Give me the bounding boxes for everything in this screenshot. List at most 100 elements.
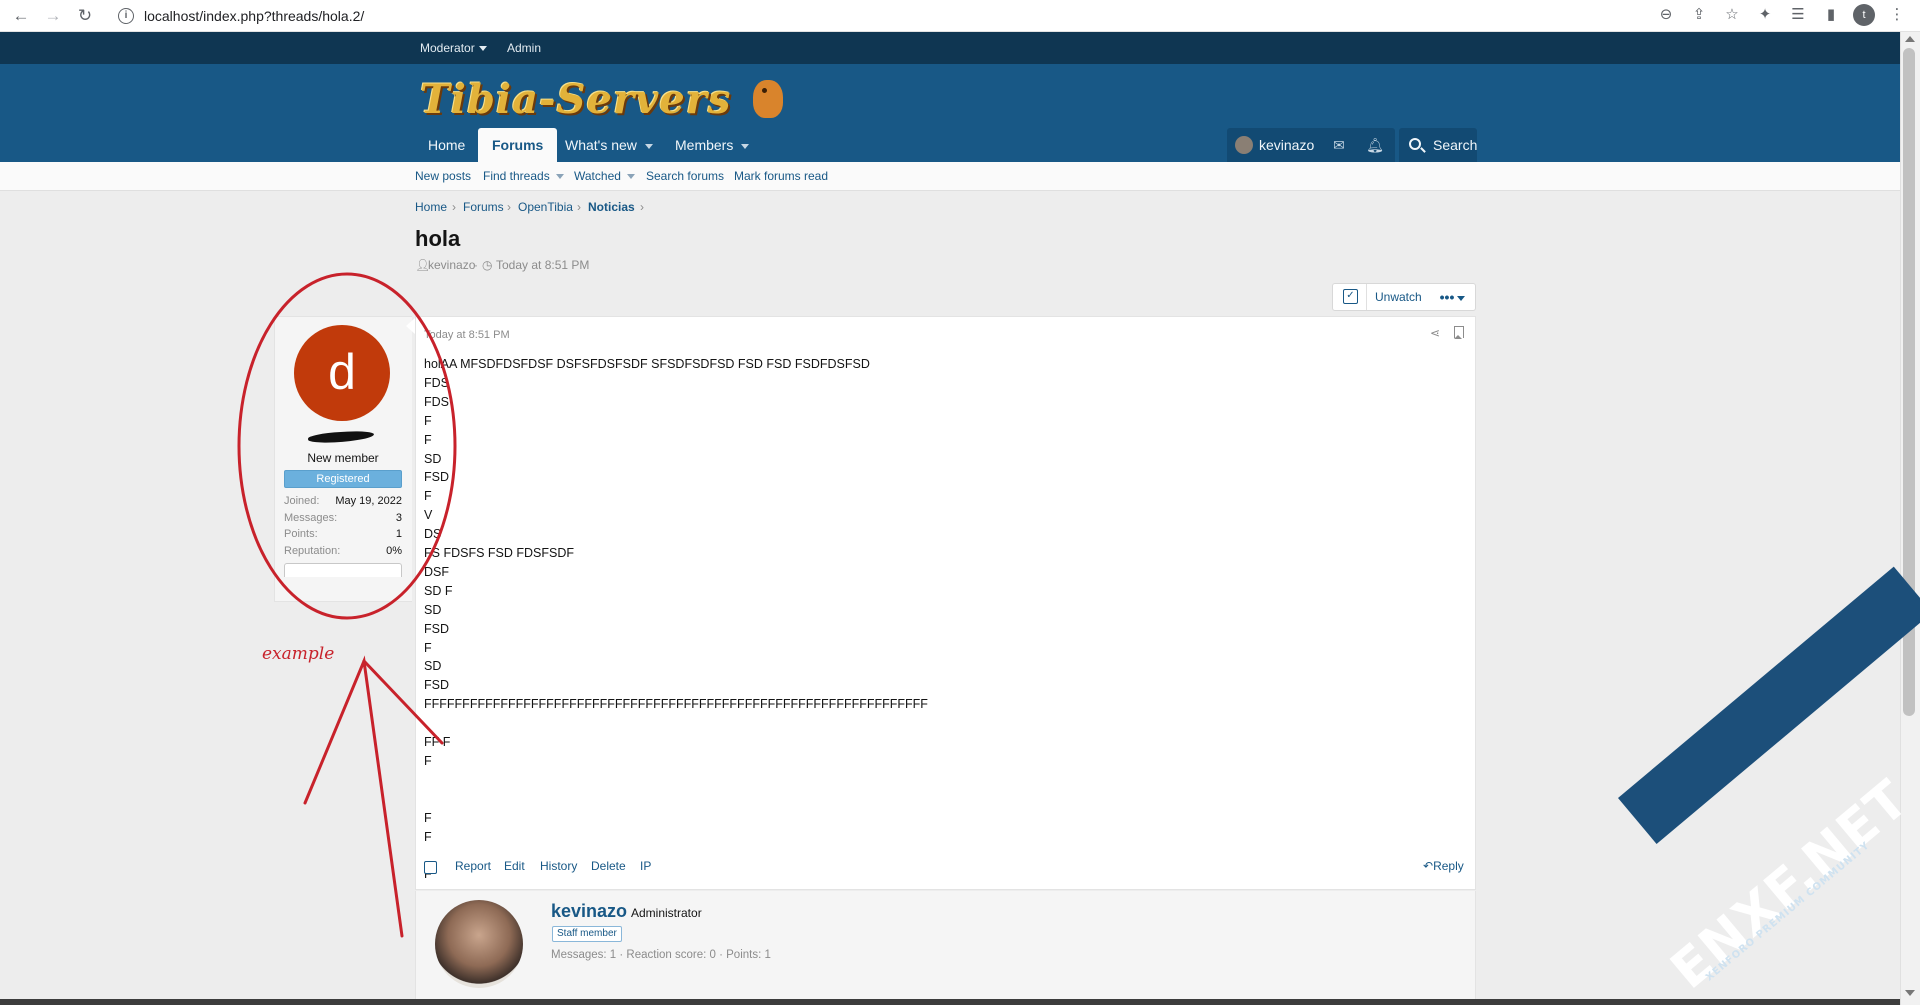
message-bubble-arrow xyxy=(406,318,415,334)
member-name-link[interactable]: kevinazo xyxy=(551,901,627,922)
post-line: FDS xyxy=(424,375,449,390)
checkbox-icon[interactable] xyxy=(1333,284,1367,310)
logo-text: Tibia-Servers xyxy=(420,75,732,123)
reload-icon[interactable]: ↻ xyxy=(74,5,96,27)
alerts-bell-icon[interactable]: 🔔︎ xyxy=(1359,128,1391,162)
tab-members-label: Members xyxy=(675,137,734,153)
post-line: SD xyxy=(424,659,442,674)
subnav-watched[interactable]: Watched xyxy=(574,162,635,191)
side-panel-icon[interactable]: ▮ xyxy=(1820,4,1842,26)
user-avatar-small[interactable] xyxy=(1235,136,1253,154)
member-stats: Messages: 1 · Reaction score: 0 · Points… xyxy=(551,949,771,961)
share-page-icon[interactable]: ⇪ xyxy=(1688,4,1710,26)
stat-value: May 19, 2022 xyxy=(335,495,402,507)
staff-member-badge: Staff member xyxy=(552,926,622,942)
admin-link[interactable]: Admin xyxy=(507,32,541,64)
post-line: FS FDSFS FSD FDSFSDF xyxy=(424,546,574,560)
ip-link[interactable]: IP xyxy=(640,859,651,873)
post-line: F xyxy=(424,829,432,844)
post-line: F xyxy=(424,753,432,768)
tab-home[interactable]: Home xyxy=(414,128,479,162)
share-icon[interactable]: ⋖ xyxy=(1430,326,1444,340)
logo-mascot-icon xyxy=(753,80,784,118)
zoom-icon[interactable]: ⊖ xyxy=(1655,4,1677,26)
scroll-down-arrow-icon[interactable] xyxy=(1905,990,1915,996)
stat-label: Messages: xyxy=(284,512,338,524)
bookmark-star-icon[interactable]: ☆ xyxy=(1721,4,1743,26)
conversations-icon[interactable]: ✉ xyxy=(1323,128,1355,162)
back-arrow-icon[interactable]: ← xyxy=(10,5,32,27)
breadcrumb-noticias[interactable]: Noticias xyxy=(588,200,635,214)
chevron-down-icon[interactable] xyxy=(626,174,635,180)
site-logo[interactable]: Tibia-Servers xyxy=(420,75,784,123)
browser-toolbar: ← → ↻ i localhost/index.php?threads/hola… xyxy=(0,0,1920,32)
post-line: FSD xyxy=(424,678,449,693)
post-line: DSF xyxy=(424,564,449,579)
post-line: FF F xyxy=(424,735,451,749)
search-icon xyxy=(1409,138,1421,150)
subnav-find-threads[interactable]: Find threads xyxy=(483,162,564,191)
browser-menu-icon[interactable]: ⋮ xyxy=(1886,4,1908,26)
member-role: Administrator xyxy=(631,906,702,920)
breadcrumb-opentibia[interactable]: OpenTibia xyxy=(518,200,573,214)
tab-members[interactable]: Members xyxy=(661,128,763,162)
thread-date[interactable]: Today at 8:51 PM xyxy=(496,258,589,272)
moderator-menu[interactable]: Moderator xyxy=(420,32,487,64)
site-header: Tibia-Servers Home Forums What's new Mem… xyxy=(0,64,1900,162)
site-info-icon[interactable]: i xyxy=(118,7,134,24)
chevron-down-icon[interactable] xyxy=(741,143,750,149)
chevron-down-icon xyxy=(1457,295,1466,301)
chevron-down-icon[interactable] xyxy=(644,143,653,149)
more-dots-icon: ••• xyxy=(1439,289,1455,305)
search-button[interactable]: Search xyxy=(1399,128,1477,162)
stat-reputation: Reputation: 0% xyxy=(284,545,402,557)
post-line: F xyxy=(424,413,432,428)
breadcrumb-chevron-icon: › xyxy=(507,200,511,214)
stat-value: 1 xyxy=(395,528,402,540)
post-line: F xyxy=(424,489,432,504)
delete-link[interactable]: Delete xyxy=(591,859,626,873)
breadcrumb-home[interactable]: Home xyxy=(415,200,447,214)
address-bar[interactable]: localhost/index.php?threads/hola.2/ xyxy=(144,8,364,24)
tab-whats-new[interactable]: What's new xyxy=(551,128,667,162)
breadcrumb-forums[interactable]: Forums xyxy=(463,200,504,214)
subnav-mark-forums-read[interactable]: Mark forums read xyxy=(734,162,828,191)
thread-author-link[interactable]: kevinazo xyxy=(428,258,475,272)
bookmark-icon[interactable] xyxy=(1454,326,1464,339)
subnav-search-forums[interactable]: Search forums xyxy=(646,162,724,191)
post-line: SD F xyxy=(424,583,453,598)
stat-value: 3 xyxy=(395,512,402,524)
report-link[interactable]: Report xyxy=(455,859,491,873)
scroll-up-arrow-icon[interactable] xyxy=(1905,36,1915,42)
post-line: DS xyxy=(424,527,442,542)
reputation-bar xyxy=(284,563,402,577)
tab-forums[interactable]: Forums xyxy=(478,128,558,162)
reading-list-icon[interactable]: ☰ xyxy=(1787,4,1809,26)
unwatch-label: Unwatch xyxy=(1375,290,1422,304)
annotation-label: example xyxy=(262,644,335,664)
member-avatar[interactable] xyxy=(435,900,523,988)
edit-link[interactable]: Edit xyxy=(504,859,525,873)
profile-avatar-icon[interactable]: t xyxy=(1853,4,1875,26)
extensions-icon[interactable]: ✦ xyxy=(1754,4,1776,26)
select-post-checkbox[interactable] xyxy=(424,861,437,874)
registered-banner: Registered xyxy=(284,470,402,488)
user-account-link[interactable]: kevinazo xyxy=(1259,128,1314,162)
chevron-down-icon[interactable] xyxy=(555,174,564,180)
reply-label: Reply xyxy=(1433,859,1464,873)
forward-arrow-icon[interactable]: → xyxy=(42,5,64,27)
history-link[interactable]: History xyxy=(540,859,577,873)
post-line: FSD xyxy=(424,470,449,485)
post-line: F xyxy=(424,640,432,655)
stat-points: Points: 1 xyxy=(284,528,402,540)
user-account-bar: kevinazo ✉ 🔔︎ xyxy=(1227,128,1395,162)
avatar[interactable]: d xyxy=(294,325,390,421)
post-date[interactable]: Today at 8:51 PM xyxy=(424,329,510,341)
reply-arrow-icon: ↶ xyxy=(1423,859,1434,873)
post-line: holAA MFSDFDSFDSF DSFSFDSFSDF SFSDFSDFSD… xyxy=(424,357,870,371)
search-label: Search xyxy=(1433,137,1478,153)
post-body xyxy=(415,316,1476,890)
reply-button[interactable]: ↶Reply xyxy=(1423,859,1464,873)
subnav-new-posts[interactable]: New posts xyxy=(415,162,471,191)
thread-more-options-button[interactable]: ••• xyxy=(1430,283,1476,311)
